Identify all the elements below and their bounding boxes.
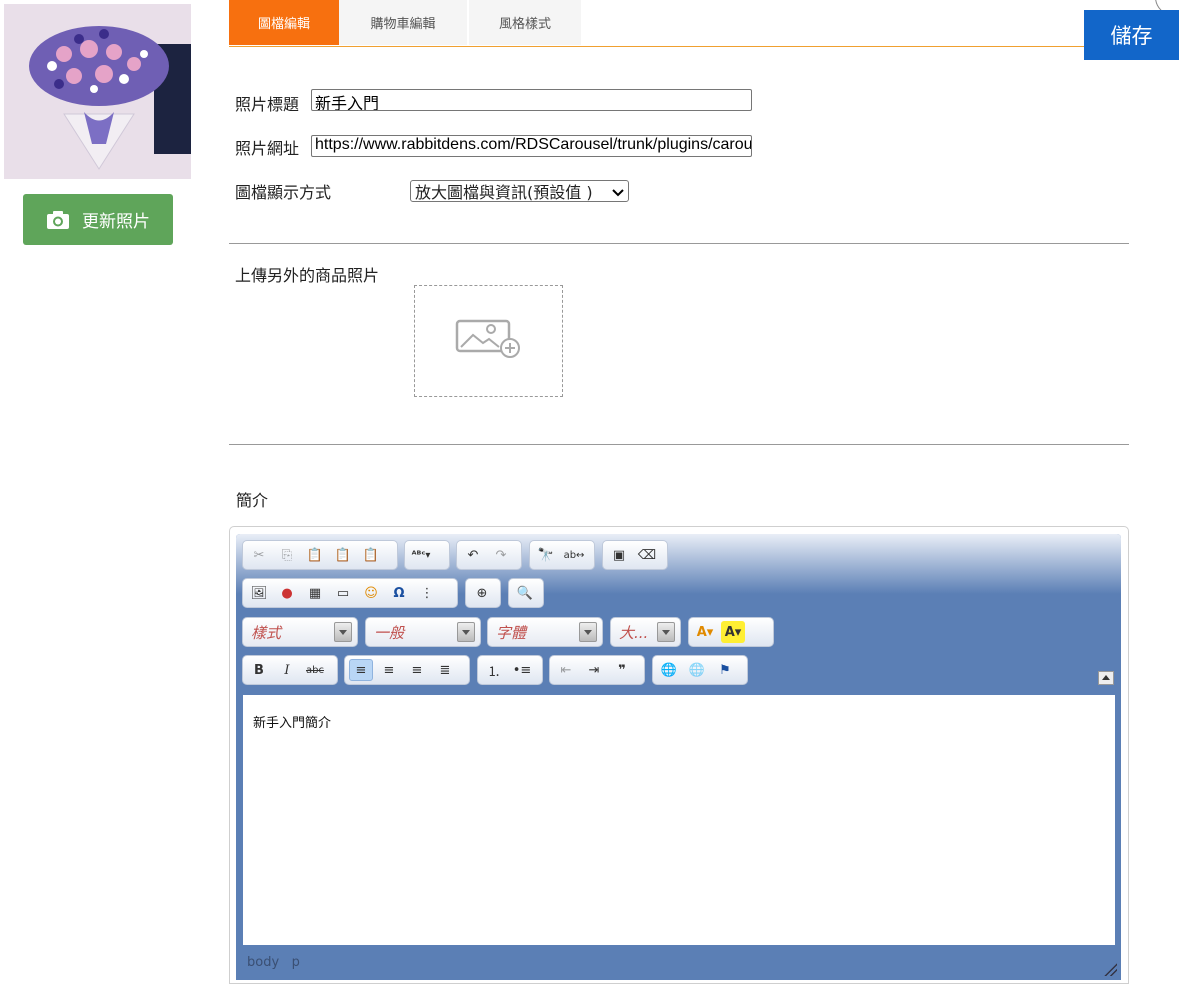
preview-toolbar: 🔍	[508, 578, 544, 608]
table-icon[interactable]: ▦	[303, 582, 327, 604]
size-combo[interactable]: 大...	[610, 617, 681, 647]
divider	[229, 444, 1129, 445]
anchor-flag-icon[interactable]: ⚑	[713, 659, 737, 681]
indent-toolbar: ⇤ ⇥ ❞	[549, 655, 645, 685]
photo-url-label: 照片網址	[235, 139, 300, 158]
resize-handle-icon[interactable]	[1103, 962, 1117, 976]
find-icon[interactable]: 🔭	[534, 544, 558, 566]
align-left-icon[interactable]: ≡	[349, 659, 373, 681]
path-p[interactable]: p	[292, 955, 300, 970]
select-all-icon[interactable]: ▣	[607, 544, 631, 566]
page-break-icon[interactable]: ⋮	[415, 582, 439, 604]
size-combo-label: 大...	[619, 623, 649, 642]
tab-image-edit[interactable]: 圖檔編輯	[229, 0, 339, 45]
bg-color-icon[interactable]: A▾	[721, 621, 745, 643]
paste-icon[interactable]: 📋	[303, 544, 327, 566]
maximize-toolbar: ⊕	[465, 578, 501, 608]
tab-bar: 圖檔編輯 購物車編輯 風格樣式	[229, 0, 1129, 47]
product-photo	[4, 4, 191, 179]
flash-icon[interactable]: ●	[275, 582, 299, 604]
collapse-toolbar-icon[interactable]	[1098, 671, 1114, 685]
rich-text-editor: ✂ ⎘ 📋 📋 📋 ᴬᴮᶜ▾ ↶ ↷ 🔭 ab↔ ▣ ⌫ 🖼 ● ▦ ▭ ☺ Ω…	[236, 534, 1121, 980]
bold-icon[interactable]: B	[247, 659, 271, 681]
link-toolbar: 🌐 🌐 ⚑	[652, 655, 748, 685]
format-combo[interactable]: 一般	[365, 617, 481, 647]
update-photo-label: 更新照片	[82, 212, 150, 232]
save-button[interactable]: 儲存	[1084, 10, 1179, 60]
text-color-icon[interactable]: A▾	[693, 621, 717, 643]
insert-toolbar: 🖼 ● ▦ ▭ ☺ Ω ⋮	[242, 578, 458, 608]
maximize-icon[interactable]: ⊕	[470, 582, 494, 604]
spellcheck-icon[interactable]: ᴬᴮᶜ▾	[409, 544, 433, 566]
display-mode-select[interactable]: 放大圖檔與資訊(預設值 )	[410, 180, 629, 202]
copy-icon[interactable]: ⎘	[275, 544, 299, 566]
find-toolbar: 🔭 ab↔	[529, 540, 595, 570]
display-mode-label: 圖檔顯示方式	[235, 183, 332, 202]
indent-icon[interactable]: ⇥	[582, 659, 606, 681]
editor-content[interactable]: 新手入門簡介	[243, 695, 1115, 945]
add-image-icon	[455, 319, 523, 363]
align-center-icon[interactable]: ≡	[377, 659, 401, 681]
paste-text-icon[interactable]: 📋	[331, 544, 355, 566]
tab-style[interactable]: 風格樣式	[469, 0, 581, 45]
list-toolbar: ⒈ •≡	[477, 655, 543, 685]
outdent-icon[interactable]: ⇤	[554, 659, 578, 681]
font-combo-label: 字體	[496, 623, 527, 642]
spellcheck-toolbar: ᴬᴮᶜ▾	[404, 540, 450, 570]
replace-icon[interactable]: ab↔	[562, 544, 586, 566]
blockquote-icon[interactable]: ❞	[610, 659, 634, 681]
camera-icon	[46, 210, 70, 230]
intro-label: 簡介	[236, 491, 269, 510]
tab-cart-edit[interactable]: 購物車編輯	[339, 0, 467, 45]
format-combo-label: 一般	[374, 623, 405, 642]
history-toolbar: ↶ ↷	[456, 540, 522, 570]
align-right-icon[interactable]: ≡	[405, 659, 429, 681]
bullet-list-icon[interactable]: •≡	[510, 659, 534, 681]
undo-icon[interactable]: ↶	[461, 544, 485, 566]
path-body[interactable]: body	[247, 955, 279, 970]
justify-icon[interactable]: ≣	[433, 659, 457, 681]
preview-icon[interactable]: 🔍	[513, 582, 537, 604]
align-toolbar: ≡ ≡ ≡ ≣	[344, 655, 470, 685]
redo-icon[interactable]: ↷	[489, 544, 513, 566]
image-icon[interactable]: 🖼	[247, 582, 271, 604]
photo-title-input[interactable]: 新手入門	[311, 89, 752, 111]
divider	[229, 243, 1129, 244]
photo-url-input[interactable]: https://www.rabbitdens.com/RDSCarousel/t…	[311, 135, 752, 157]
basic-style-toolbar: B I abc	[242, 655, 338, 685]
upload-label: 上傳另外的商品照片	[235, 266, 380, 285]
style-combo[interactable]: 樣式	[242, 617, 358, 647]
special-char-icon[interactable]: Ω	[387, 582, 411, 604]
smiley-icon[interactable]: ☺	[359, 582, 383, 604]
italic-icon[interactable]: I	[275, 659, 299, 681]
cut-icon[interactable]: ✂	[247, 544, 271, 566]
update-photo-button[interactable]: 更新照片	[23, 194, 173, 245]
clipboard-toolbar: ✂ ⎘ 📋 📋 📋	[242, 540, 398, 570]
display-mode-value: 放大圖檔與資訊(預設值 )	[415, 183, 593, 202]
style-combo-label: 樣式	[251, 623, 282, 642]
horizontal-rule-icon[interactable]: ▭	[331, 582, 355, 604]
paste-word-icon[interactable]: 📋	[359, 544, 383, 566]
font-combo[interactable]: 字體	[487, 617, 603, 647]
strike-icon[interactable]: abc	[303, 659, 327, 681]
chevron-down-icon	[612, 182, 624, 201]
eraser-icon[interactable]: ⌫	[635, 544, 659, 566]
link-icon[interactable]: 🌐	[657, 659, 681, 681]
color-toolbar: A▾ A▾	[688, 617, 774, 647]
select-toolbar: ▣ ⌫	[602, 540, 668, 570]
element-path: body p	[247, 955, 300, 970]
upload-dropzone[interactable]	[414, 285, 563, 397]
unlink-icon[interactable]: 🌐	[685, 659, 709, 681]
numbered-list-icon[interactable]: ⒈	[482, 659, 506, 681]
photo-title-label: 照片標題	[235, 95, 300, 114]
